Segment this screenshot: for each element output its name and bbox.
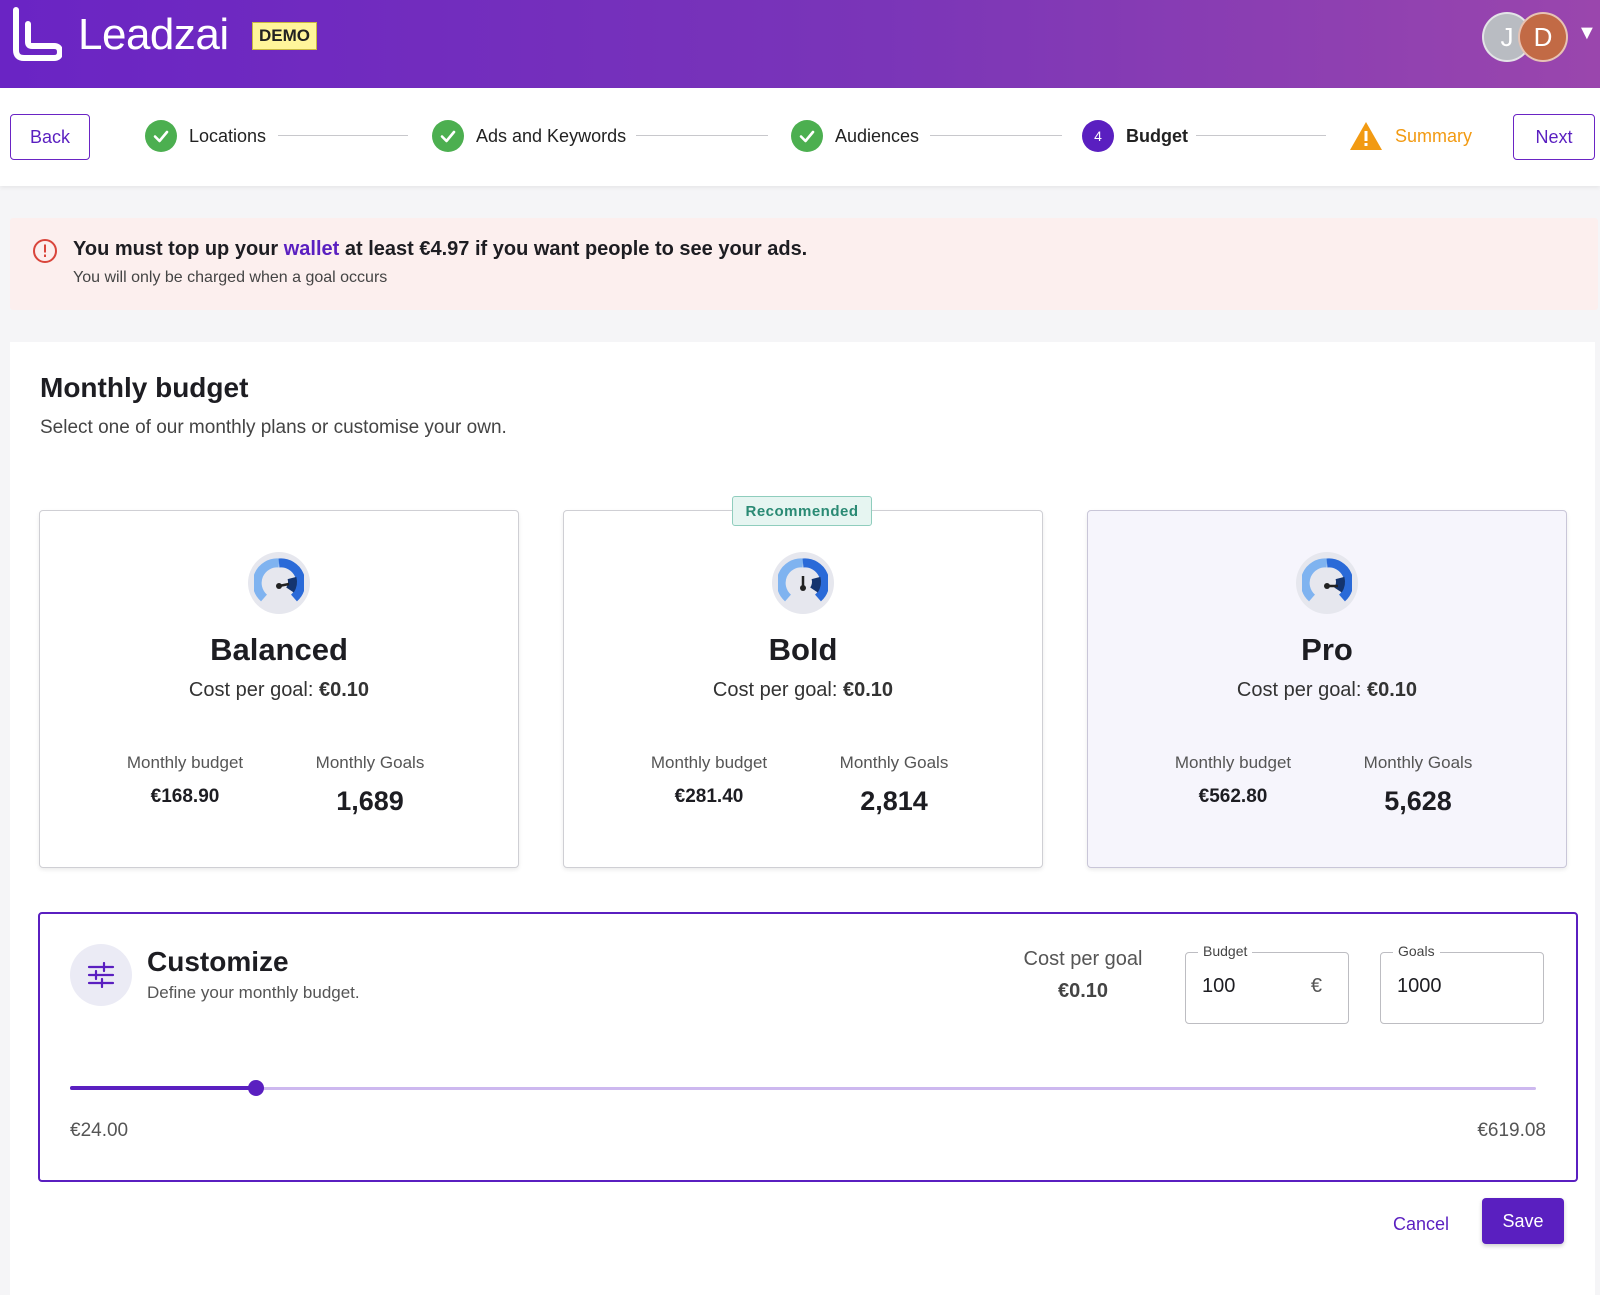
plan-cost-per-goal: Cost per goal: €0.10 — [1236, 679, 1418, 701]
budget-card: Monthly budget Select one of our monthly… — [10, 342, 1595, 1295]
cost-per-goal-label: Cost per goal — [1023, 948, 1143, 970]
step-label: Audiences — [835, 125, 920, 146]
budget-field-label: Budget — [1198, 943, 1253, 959]
customize-panel[interactable]: Customize Define your monthly budget. Co… — [38, 912, 1578, 1182]
warning-icon — [1350, 122, 1382, 150]
plan-name: Pro — [1301, 632, 1353, 667]
budget-slider-track[interactable] — [70, 1087, 1536, 1090]
wallet-link[interactable]: wallet — [284, 238, 340, 260]
wallet-alert: You must top up your wallet at least €4.… — [10, 218, 1598, 310]
goals-field-label: Goals — [1393, 943, 1440, 959]
check-icon — [432, 120, 464, 152]
step-label: Locations — [189, 125, 267, 146]
speedometer-medium-icon — [772, 552, 834, 614]
top-header: Leadzai DEMO J D ▼ — [0, 0, 1600, 88]
plan-card-bold[interactable]: Bold Cost per goal: €0.10 Monthly budget… — [563, 510, 1043, 868]
check-icon — [791, 120, 823, 152]
plan-card-balanced[interactable]: Balanced Cost per goal: €0.10 Monthly bu… — [39, 510, 519, 868]
speedometer-high-icon — [1296, 552, 1358, 614]
next-button[interactable]: Next — [1513, 114, 1595, 160]
goals-field[interactable]: Goals — [1380, 943, 1544, 1024]
step-connector — [278, 135, 408, 136]
error-circle-icon — [33, 239, 57, 263]
step-connector — [636, 135, 768, 136]
plan-cost-per-goal: Cost per goal: €0.10 — [712, 679, 894, 701]
account-menu-caret-icon[interactable]: ▼ — [1577, 22, 1597, 45]
slider-max-label: €619.08 — [1477, 1120, 1546, 1141]
monthly-budget-label: Monthly budget — [650, 753, 768, 772]
step-budget[interactable]: 4 Budget — [1082, 119, 1188, 153]
tune-sliders-icon — [70, 944, 132, 1006]
plan-name: Bold — [768, 632, 838, 667]
budget-input[interactable] — [1202, 975, 1312, 998]
alert-title: You must top up your wallet at least €4.… — [73, 238, 808, 260]
customize-subtitle: Define your monthly budget. — [147, 983, 360, 1002]
save-button[interactable]: Save — [1482, 1198, 1564, 1244]
plan-cost-per-goal: Cost per goal: €0.10 — [188, 679, 370, 701]
check-icon — [145, 120, 177, 152]
demo-badge: DEMO — [252, 22, 317, 50]
customize-title: Customize — [147, 946, 289, 977]
monthly-budget-label: Monthly budget — [1174, 753, 1292, 772]
step-label: Budget — [1126, 125, 1188, 146]
plan-name: Balanced — [210, 632, 348, 667]
monthly-budget-value: €562.80 — [1198, 786, 1268, 807]
wizard-stepper: Back Locations Ads and Keywords Audience… — [0, 88, 1600, 186]
step-ads-keywords[interactable]: Ads and Keywords — [432, 119, 626, 153]
step-label: Summary — [1395, 125, 1473, 146]
avatar-d[interactable]: D — [1518, 12, 1568, 62]
monthly-goals-value: 1,689 — [336, 786, 404, 816]
speedometer-low-icon — [248, 552, 310, 614]
leadzai-logo-icon — [13, 7, 62, 61]
step-locations[interactable]: Locations — [145, 119, 266, 153]
step-label: Ads and Keywords — [476, 125, 627, 146]
page-subtitle: Select one of our monthly plans or custo… — [40, 417, 507, 438]
cancel-button[interactable]: Cancel — [1380, 1204, 1462, 1244]
page-title: Monthly budget — [40, 372, 249, 403]
step-number-badge: 4 — [1082, 120, 1114, 152]
euro-suffix: € — [1310, 975, 1322, 997]
monthly-goals-label: Monthly Goals — [1363, 753, 1473, 772]
recommended-badge: Recommended — [732, 496, 872, 526]
back-button[interactable]: Back — [10, 114, 90, 160]
brand-name: Leadzai — [78, 10, 229, 59]
cost-per-goal-value: €0.10 — [1057, 980, 1109, 1002]
alert-subtitle: You will only be charged when a goal occ… — [73, 269, 388, 286]
goals-input[interactable] — [1397, 975, 1507, 998]
monthly-budget-value: €281.40 — [674, 786, 744, 807]
monthly-goals-value: 5,628 — [1384, 786, 1452, 816]
step-audiences[interactable]: Audiences — [791, 119, 919, 153]
budget-slider-thumb[interactable] — [248, 1080, 265, 1096]
monthly-goals-label: Monthly Goals — [839, 753, 949, 772]
monthly-budget-label: Monthly budget — [126, 753, 244, 772]
step-summary[interactable]: Summary — [1349, 119, 1472, 153]
slider-min-label: €24.00 — [70, 1120, 129, 1141]
step-connector — [930, 135, 1062, 136]
budget-slider-fill — [70, 1086, 257, 1090]
budget-field[interactable]: Budget € — [1185, 943, 1349, 1024]
monthly-goals-label: Monthly Goals — [315, 753, 425, 772]
monthly-goals-value: 2,814 — [860, 786, 928, 816]
plan-card-pro[interactable]: Pro Cost per goal: €0.10 Monthly budget … — [1087, 510, 1567, 868]
step-connector — [1196, 135, 1326, 136]
monthly-budget-value: €168.90 — [150, 786, 220, 807]
